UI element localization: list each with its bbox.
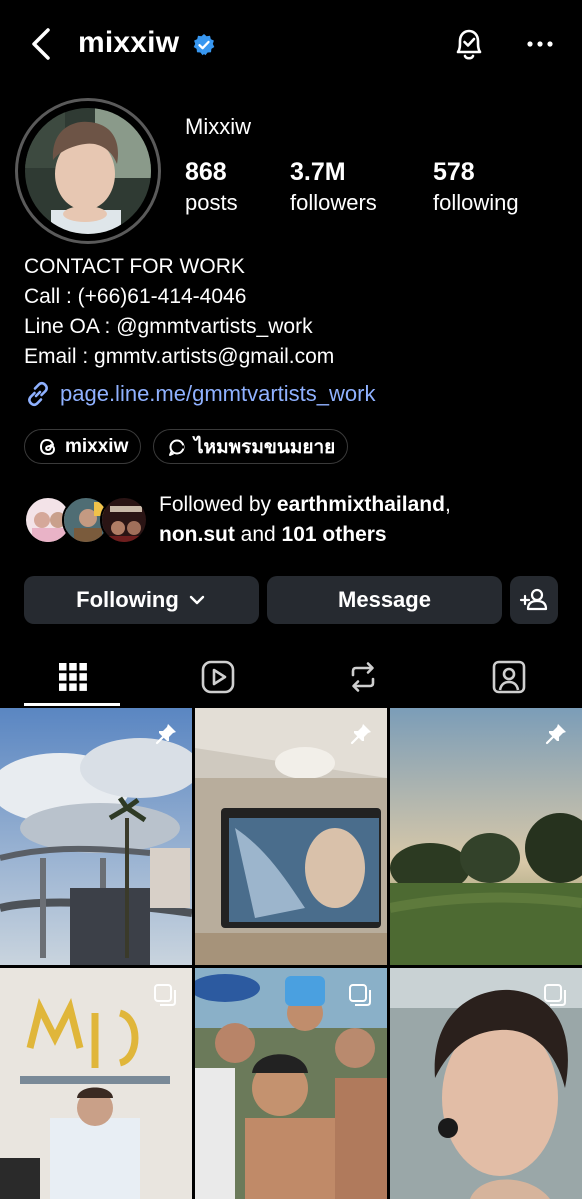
carousel-icon <box>349 984 371 1006</box>
profile-bio: CONTACT FOR WORK Call : (+66)61-414-4046… <box>24 252 334 372</box>
notification-bell-icon[interactable] <box>450 24 488 64</box>
channel-chip[interactable]: ไหมพรมขนมยาย <box>153 429 349 464</box>
following-button-label: Following <box>76 587 179 612</box>
channel-chip-label: ไหมพรมขนมยาย <box>194 436 336 458</box>
reposts-icon <box>351 662 374 692</box>
active-tab-indicator <box>24 703 120 706</box>
followers-count[interactable]: 3.7M followers <box>290 158 377 216</box>
back-arrow-icon[interactable] <box>22 24 62 64</box>
pinned-icon <box>155 724 176 745</box>
posts-value: 868 <box>185 158 227 186</box>
tab-posts-grid[interactable] <box>0 648 145 706</box>
tagged-icon <box>492 660 525 694</box>
chevron-down-icon <box>189 595 205 605</box>
following-value: 578 <box>433 158 475 186</box>
post-thumbnail[interactable] <box>0 708 192 965</box>
following-button[interactable]: Following <box>24 576 259 624</box>
followed-by[interactable]: Followed by earthmixthailand, non.sut an… <box>24 490 564 550</box>
followers-value: 3.7M <box>290 158 346 186</box>
post-thumbnail[interactable] <box>0 968 192 1199</box>
followed-by-text: Followed by earthmixthailand, non.sut an… <box>159 493 451 546</box>
link-icon <box>28 381 48 407</box>
pinned-icon <box>350 724 371 745</box>
mutual-avatar <box>100 496 148 544</box>
message-button-label: Message <box>338 587 431 612</box>
tab-tagged[interactable] <box>436 648 581 706</box>
message-button[interactable]: Message <box>267 576 502 624</box>
display-name: Mixxiw <box>185 114 251 139</box>
bio-line: CONTACT FOR WORK <box>24 255 245 278</box>
channel-icon <box>169 439 185 456</box>
threads-chip-label: mixxiw <box>65 435 129 457</box>
profile-username: mixxiw <box>78 26 180 59</box>
verified-badge-icon <box>193 34 215 56</box>
bio-line: Call : (+66)61-414-4046 <box>24 285 247 308</box>
reels-icon <box>201 660 234 694</box>
threads-chip[interactable]: mixxiw <box>24 429 142 464</box>
tab-reels[interactable] <box>145 648 290 706</box>
profile-tabs <box>0 648 582 708</box>
bio-line: Line OA : @gmmtvartists_work <box>24 315 313 338</box>
link-text: page.line.me/gmmtvartists_work <box>60 381 376 406</box>
posts-count[interactable]: 868 posts <box>185 158 238 216</box>
carousel-icon <box>154 984 176 1006</box>
top-bar: mixxiw <box>0 0 582 90</box>
posts-label: posts <box>185 190 238 215</box>
post-thumbnail[interactable] <box>390 708 582 965</box>
carousel-icon <box>544 984 566 1006</box>
post-thumbnail[interactable] <box>390 968 582 1199</box>
bio-line: Email : gmmtv.artists@gmail.com <box>24 345 335 368</box>
profile-link[interactable]: page.line.me/gmmtvartists_work <box>24 378 375 410</box>
followers-label: followers <box>290 190 377 215</box>
pinned-icon <box>545 724 566 745</box>
threads-icon <box>39 438 56 455</box>
profile-avatar[interactable] <box>15 98 161 244</box>
grid-icon <box>58 663 87 691</box>
avatar-photo <box>25 108 151 234</box>
more-options-icon[interactable] <box>522 30 558 58</box>
add-person-icon <box>519 588 548 611</box>
posts-grid <box>0 708 582 1199</box>
post-thumbnail[interactable] <box>195 968 387 1199</box>
following-label: following <box>433 190 519 215</box>
suggested-accounts-button[interactable] <box>510 576 558 624</box>
tab-reposts[interactable] <box>290 648 435 706</box>
following-count[interactable]: 578 following <box>433 158 519 216</box>
post-thumbnail[interactable] <box>195 708 387 965</box>
